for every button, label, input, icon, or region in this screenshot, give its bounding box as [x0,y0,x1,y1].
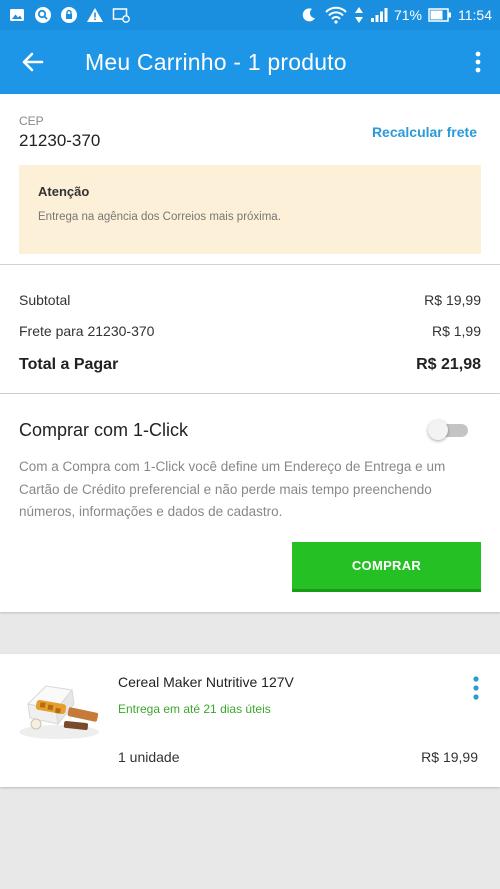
overflow-menu-button[interactable] [470,48,486,76]
status-bar: 71% 11:54 [0,0,500,30]
signal-icon [370,6,388,24]
freight-row: Frete para 21230-370 R$ 1,99 [19,323,481,339]
page-title: Meu Carrinho - 1 produto [85,48,347,75]
product-name[interactable]: Cereal Maker Nutritive 127V [118,674,294,690]
total-value: R$ 21,98 [416,356,481,373]
one-click-section: Comprar com 1-Click Com a Compra com 1-C… [0,394,500,612]
clock: 11:54 [458,7,492,23]
delivery-estimate: Entrega em até 21 dias úteis [118,702,271,716]
arrow-back-icon [22,52,44,72]
shipping-warning-box: Atenção Entrega na agência dos Correios … [19,165,481,254]
cart-item: Cereal Maker Nutritive 127V Entrega em a… [0,654,500,787]
toggle-thumb [428,420,448,440]
order-totals: Subtotal R$ 19,99 Frete para 21230-370 R… [0,265,500,393]
product-quantity: 1 unidade [118,749,180,765]
do-not-disturb-moon-icon [300,6,318,24]
one-click-description: Com a Compra com 1-Click você define um … [19,459,446,519]
subtotal-label: Subtotal [19,292,71,308]
subtotal-row: Subtotal R$ 19,99 [19,292,481,308]
product-price: R$ 19,99 [421,749,478,765]
wifi-icon [324,6,348,24]
one-click-title: Comprar com 1-Click [19,420,189,440]
cep-label: CEP [19,114,44,128]
cep-value: 21230-370 [19,131,101,150]
warning-text: Entrega na agência dos Correios mais pró… [38,211,281,223]
more-vertical-icon [473,676,479,700]
total-label: Total a Pagar [19,356,119,373]
battery-percent: 71% [393,7,422,23]
subtotal-value: R$ 19,99 [424,292,481,308]
warning-notification-icon [86,6,104,24]
one-click-toggle[interactable] [428,420,468,440]
freight-value: R$ 1,99 [431,323,481,339]
battery-icon [428,6,452,24]
buy-button[interactable]: COMPRAR [292,542,481,592]
app-bar: Meu Carrinho - 1 produto [0,30,500,94]
recalculate-shipping-link[interactable]: Recalcular frete [372,124,477,140]
lock-notification-icon [60,6,78,24]
data-transfer-icon [354,6,364,24]
screen-cast-icon [112,6,130,24]
freight-label: Frete para 21230-370 [19,323,155,339]
total-row: Total a Pagar R$ 21,98 [19,356,481,374]
item-options-button[interactable] [468,674,484,702]
product-image[interactable] [14,680,104,742]
image-notification-icon [8,6,26,24]
warning-title: Atenção [38,184,90,199]
more-vertical-icon [475,51,481,73]
back-button[interactable] [0,30,66,94]
shipping-section: CEP 21230-370 Recalcular frete Atenção E… [0,94,500,264]
search-notification-icon [34,6,52,24]
